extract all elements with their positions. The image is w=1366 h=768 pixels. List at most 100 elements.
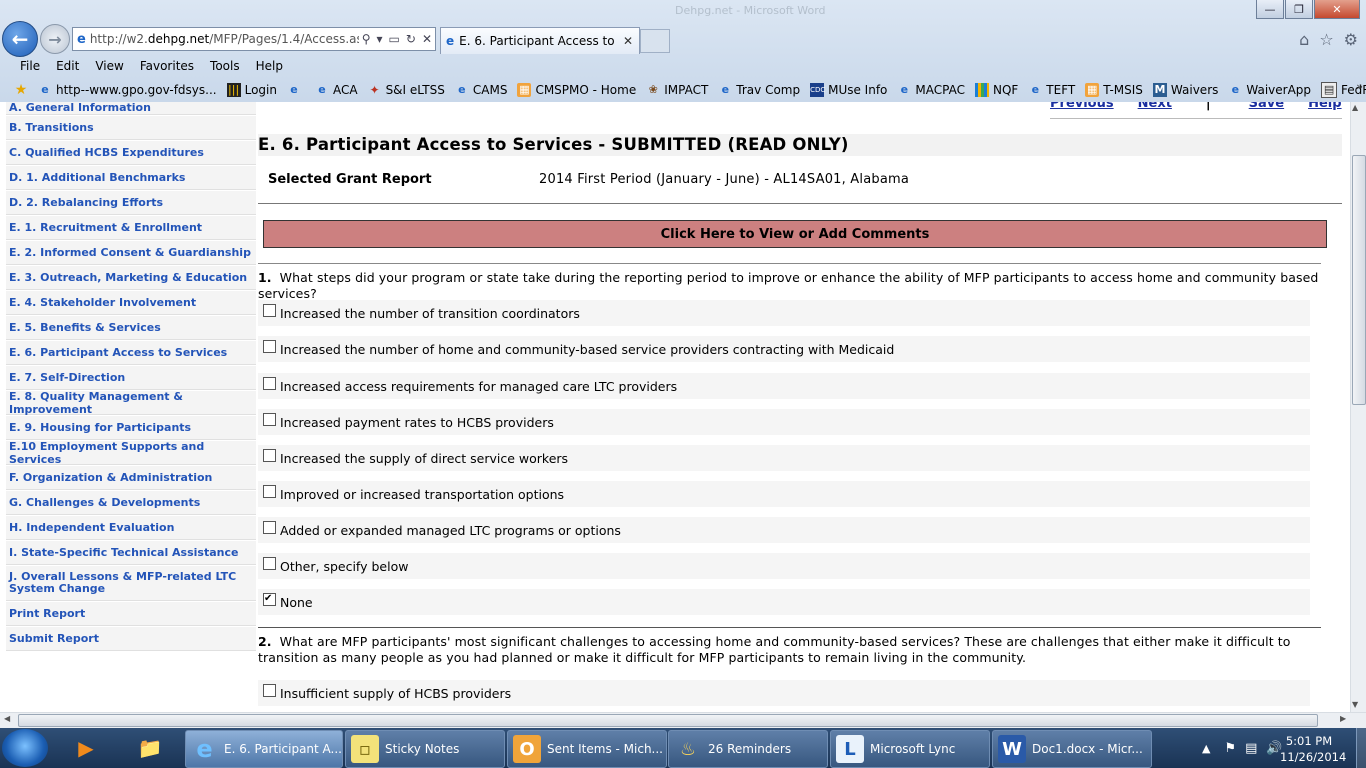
sidebar-item-challenges[interactable]: G. Challenges & Developments [6,491,256,515]
sidebar-item-rebalancing[interactable]: D. 2. Rebalancing Efforts [6,191,256,215]
favorite-link[interactable]: ❀ IMPACT [646,83,709,97]
favorite-link[interactable]: ||| Login [226,83,277,97]
sidebar-item-self-direction[interactable]: E. 7. Self-Direction [6,366,256,390]
checkbox[interactable] [263,303,276,317]
scroll-right-icon[interactable]: ▶ [1340,714,1346,723]
sidebar-item-print-report[interactable]: Print Report [6,602,256,626]
previous-link[interactable]: Previous [1050,102,1114,111]
home-icon[interactable]: ⌂ [1299,30,1309,49]
sidebar-item-overall-lessons[interactable]: J. Overall Lessons & MFP-related LTC Sys… [6,566,256,601]
taskbar-item-lync[interactable]: L Microsoft Lync [830,730,990,768]
forward-button[interactable]: → [40,24,70,54]
close-tab-icon[interactable]: ✕ [623,34,633,48]
favorite-link[interactable]: e Trav Comp [718,83,801,97]
checkbox[interactable] [263,339,276,353]
sidebar-item-informed-consent[interactable]: E. 2. Informed Consent & Guardianship [6,241,256,265]
new-tab-button[interactable] [640,29,670,53]
sidebar-item-general-information[interactable]: A. General Information [6,102,256,115]
clock[interactable]: 5:01 PM 11/26/2014 [1280,733,1346,765]
save-link[interactable]: Save [1249,102,1284,111]
checkbox[interactable] [263,412,276,426]
sidebar-item-quality-management[interactable]: E. 8. Quality Management & Improvement [6,390,256,416]
favorite-link[interactable]: e [287,83,305,97]
favorites-star-icon[interactable]: ★ [14,83,32,97]
sidebar-item-recruitment[interactable]: E. 1. Recruitment & Enrollment [6,216,256,240]
view-add-comments-button[interactable]: Click Here to View or Add Comments [263,220,1327,248]
browser-tab[interactable]: e E. 6. Participant Access to S... ✕ [440,27,640,54]
checkbox[interactable] [263,520,276,534]
taskbar-item-word[interactable]: W Doc1.docx - Micr... [992,730,1152,768]
refresh-icon[interactable]: ↻ [403,32,419,46]
favorite-link[interactable]: e http--www.gpo.gov-fdsys... [38,83,216,97]
close-window-button[interactable]: ✕ [1314,0,1360,19]
scroll-up-icon[interactable]: ▲ [1352,103,1358,112]
stop-icon[interactable]: ✕ [419,32,435,46]
checkbox[interactable] [263,556,276,570]
sidebar-item-independent-evaluation[interactable]: H. Independent Evaluation [6,516,256,540]
favorite-link[interactable]: NQF [974,83,1018,97]
next-link[interactable]: Next [1138,102,1172,111]
scroll-left-icon[interactable]: ◀ [4,714,10,723]
favorite-link[interactable]: ✦ S&I eLTSS [368,83,445,97]
favorite-link[interactable]: e CAMS [455,83,507,97]
sidebar-item-participant-access[interactable]: E. 6. Participant Access to Services [6,341,256,365]
checkbox[interactable] [263,484,276,498]
back-button[interactable]: ← [2,21,38,57]
sidebar-item-transitions[interactable]: B. Transitions [6,116,256,140]
favorite-link[interactable]: e WaiverApp [1228,83,1311,97]
help-link[interactable]: Help [1308,102,1341,111]
taskbar-item-ie[interactable]: e E. 6. Participant A... [185,730,343,768]
show-desktop-button[interactable] [1356,728,1366,768]
sidebar-item-organization[interactable]: F. Organization & Administration [6,466,256,490]
media-player-icon[interactable]: ▶ [66,732,106,764]
menu-view[interactable]: View [87,59,131,73]
address-bar[interactable]: e http://w2.dehpg.net/MFP/Pages/1.4/Acce… [72,27,436,51]
sidebar-item-housing[interactable]: E. 9. Housing for Participants [6,416,256,440]
sidebar-item-stakeholder[interactable]: E. 4. Stakeholder Involvement [6,291,256,315]
sidebar-item-submit-report[interactable]: Submit Report [6,627,256,651]
menu-tools[interactable]: Tools [202,59,248,73]
maximize-button[interactable]: ❐ [1285,0,1313,19]
checkbox[interactable] [263,376,276,390]
favorite-link[interactable]: ▦ CMSPMO - Home [517,83,636,97]
favorite-link[interactable]: e MACPAC [897,83,965,97]
sidebar-item-additional-benchmarks[interactable]: D. 1. Additional Benchmarks [6,166,256,190]
sidebar-item-hcbs-expenditures[interactable]: C. Qualified HCBS Expenditures [6,141,256,165]
gear-icon[interactable]: ⚙ [1344,30,1358,49]
taskbar-item-reminders[interactable]: ♨ 26 Reminders [668,730,828,768]
taskbar-item-sticky-notes[interactable]: ▫ Sticky Notes [345,730,505,768]
sidebar-item-benefits[interactable]: E. 5. Benefits & Services [6,316,256,340]
compat-view-icon[interactable]: ▭ [386,32,403,46]
menu-help[interactable]: Help [248,59,291,73]
checkbox-checked[interactable] [263,592,276,606]
horizontal-scroll-thumb[interactable] [18,714,1318,727]
network-icon[interactable]: ▤ [1245,741,1257,756]
taskbar-item-outlook[interactable]: O Sent Items - Mich... [507,730,667,768]
checkbox[interactable] [263,448,276,462]
favorites-star-icon[interactable]: ☆ [1319,30,1333,49]
favorite-link[interactable]: CDC MUse Info [810,83,887,97]
minimize-button[interactable]: — [1256,0,1284,19]
favorite-link[interactable]: M Waivers [1152,83,1218,97]
start-button[interactable] [2,729,48,767]
favorite-link[interactable]: e ACA [315,83,357,97]
sidebar-item-employment[interactable]: E.10 Employment Supports and Services [6,440,256,466]
search-icon[interactable]: ⚲ [359,32,374,46]
address-text[interactable]: http://w2.dehpg.net/MFP/Pages/1.4/Access… [90,32,359,46]
dropdown-icon[interactable]: ▾ [374,32,386,46]
favorite-link[interactable]: ▦ T-MSIS [1085,83,1143,97]
tray-expand-icon[interactable]: ▲ [1202,742,1210,755]
checkbox[interactable] [263,683,276,697]
chevron-right-icon[interactable]: » [1356,80,1363,93]
menu-file[interactable]: File [0,59,48,73]
grid-icon [974,83,989,97]
flag-icon[interactable]: ⚑ [1224,741,1236,756]
favorite-link[interactable]: e TEFT [1028,83,1076,97]
scroll-down-icon[interactable]: ▼ [1352,700,1358,709]
vertical-scroll-thumb[interactable] [1352,155,1366,405]
file-explorer-icon[interactable]: 📁 [130,732,170,764]
menu-edit[interactable]: Edit [48,59,87,73]
menu-favorites[interactable]: Favorites [132,59,202,73]
sidebar-item-technical-assistance[interactable]: I. State-Specific Technical Assistance [6,541,256,565]
sidebar-item-outreach[interactable]: E. 3. Outreach, Marketing & Education [6,266,256,290]
